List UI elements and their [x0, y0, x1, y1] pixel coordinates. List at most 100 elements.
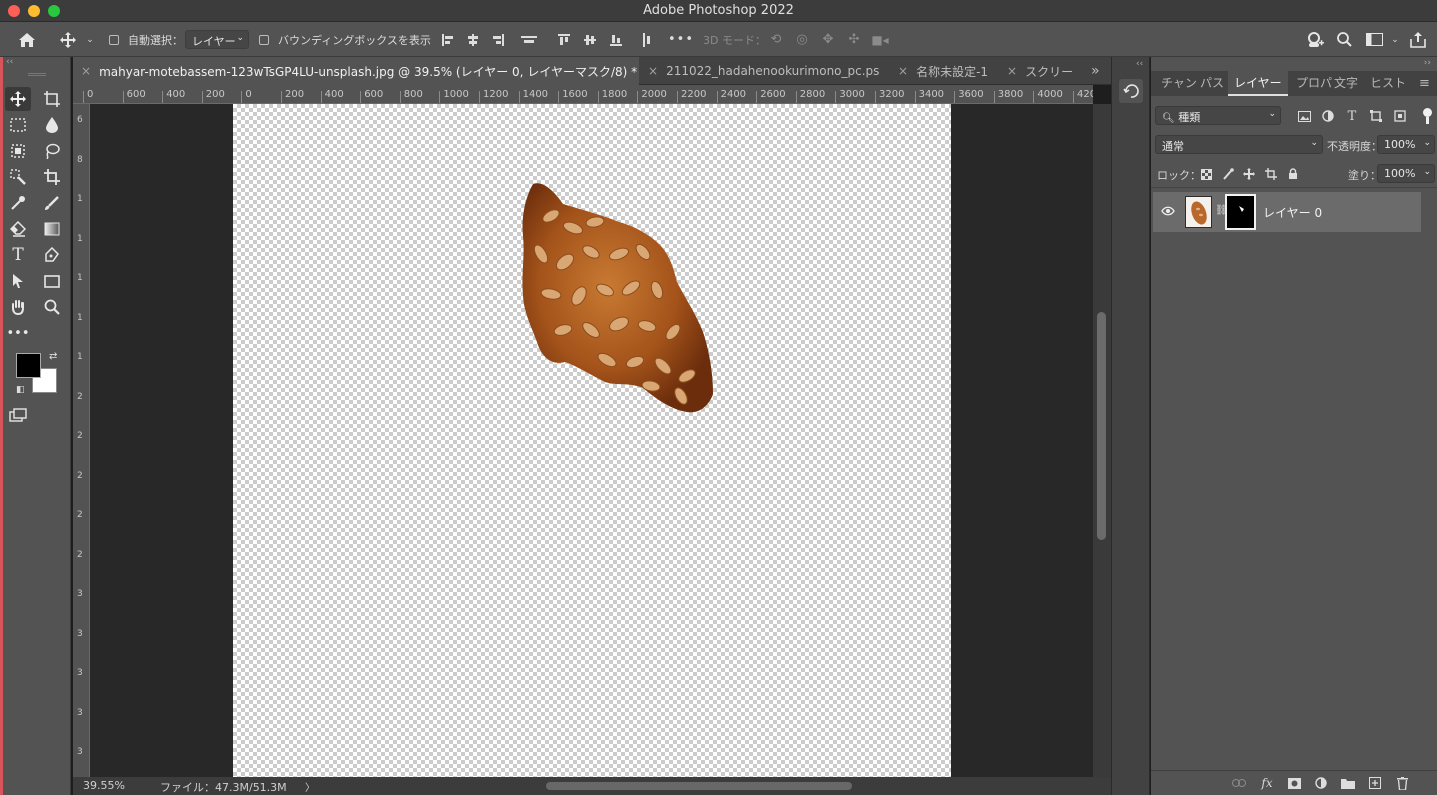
- layer-name[interactable]: レイヤー 0: [1263, 204, 1322, 221]
- layer-filter-dropdown[interactable]: 🔍︎ 種類 ⌄: [1155, 106, 1281, 125]
- close-tab-icon[interactable]: ×: [1007, 64, 1017, 78]
- edit-toolbar-icon[interactable]: •••: [5, 321, 31, 345]
- object-selection-tool-icon[interactable]: [5, 139, 31, 163]
- align-bottom-icon[interactable]: [606, 22, 626, 57]
- swap-colors-icon[interactable]: ⇄: [49, 351, 57, 362]
- document-tab[interactable]: × 211022_hadahenookurimono_pc.psd: [640, 57, 880, 85]
- link-icon[interactable]: [1231, 775, 1247, 791]
- collapse-dock-icon[interactable]: ‹‹: [1136, 59, 1143, 69]
- lock-all-icon[interactable]: [1285, 166, 1301, 182]
- 3d-camera-icon[interactable]: ■◂: [871, 22, 889, 57]
- more-options-icon[interactable]: •••: [668, 22, 693, 57]
- type-tool-icon[interactable]: T: [5, 243, 31, 267]
- filter-toggle-switch[interactable]: [1423, 108, 1432, 117]
- zoom-tool-icon[interactable]: [39, 295, 65, 319]
- distribute-vertical-icon[interactable]: [637, 22, 657, 57]
- document-tab[interactable]: × スクリー: [999, 57, 1085, 85]
- close-tab-icon[interactable]: ×: [898, 64, 908, 78]
- crop-tool-icon[interactable]: [39, 165, 65, 189]
- auto-select-dropdown[interactable]: レイヤー ⌄: [185, 30, 249, 49]
- document-tab[interactable]: × 名称未設定-1: [890, 57, 999, 85]
- search-icon[interactable]: [1334, 22, 1354, 57]
- export-share-icon[interactable]: [1408, 22, 1428, 57]
- align-top-icon[interactable]: [554, 22, 574, 57]
- tab-paths[interactable]: パス: [1200, 71, 1224, 96]
- tab-history[interactable]: ヒスト: [1370, 71, 1406, 96]
- lasso-tool-icon[interactable]: [39, 139, 65, 163]
- expand-panel-icon[interactable]: ››: [1424, 58, 1431, 68]
- 3d-pan-icon[interactable]: ✥: [819, 22, 837, 57]
- align-right-icon[interactable]: [488, 22, 508, 57]
- lock-transparent-pixels-icon[interactable]: [1198, 166, 1214, 182]
- horizontal-scroll-thumb[interactable]: [546, 782, 852, 790]
- vertical-scroll-thumb[interactable]: [1097, 312, 1106, 540]
- share-user-icon[interactable]: [1305, 22, 1325, 57]
- fx-icon[interactable]: fx: [1259, 775, 1275, 791]
- close-tab-icon[interactable]: ×: [81, 64, 91, 78]
- foreground-color-swatch[interactable]: [16, 353, 41, 378]
- eyedropper-tool-icon[interactable]: [5, 191, 31, 215]
- document-canvas[interactable]: [233, 104, 951, 777]
- chevron-down-icon[interactable]: ⌄: [84, 22, 96, 57]
- status-menu-arrow[interactable]: 〉: [305, 779, 315, 794]
- move-tool-preset-icon[interactable]: [58, 22, 78, 57]
- blend-mode-dropdown[interactable]: 通常 ⌄: [1155, 135, 1323, 154]
- move-tool-icon[interactable]: [5, 87, 31, 111]
- zoom-level[interactable]: 39.55%: [83, 779, 125, 792]
- align-center-icon[interactable]: [463, 22, 483, 57]
- tab-channels[interactable]: チャン: [1161, 71, 1197, 96]
- workspace-icon[interactable]: [1363, 22, 1385, 57]
- tab-layers[interactable]: レイヤー: [1228, 71, 1288, 96]
- adjustment-icon[interactable]: [1313, 775, 1329, 791]
- layer-row[interactable]: ⛓︎ レイヤー 0: [1153, 192, 1421, 232]
- fill-input[interactable]: 100% ⌄: [1377, 164, 1435, 183]
- layer-mask-link-icon[interactable]: ⛓︎: [1215, 205, 1228, 219]
- document-tab[interactable]: × mahyar-motebassem-123wTsGP4LU-unsplash.…: [73, 57, 639, 85]
- collapse-toolbar-icon[interactable]: ‹‹: [3, 57, 71, 71]
- layer-visibility-eye-icon[interactable]: [1161, 205, 1175, 217]
- bounding-box-checkbox[interactable]: [258, 22, 270, 57]
- 3d-orbit-icon[interactable]: ⟲: [767, 22, 785, 57]
- quick-selection-tool-icon[interactable]: [5, 165, 31, 189]
- tab-properties[interactable]: プロパ: [1296, 71, 1332, 96]
- brush-tool-icon[interactable]: [39, 191, 65, 215]
- layer-mask-thumbnail[interactable]: [1225, 194, 1256, 230]
- artboard-tool-icon[interactable]: [39, 87, 65, 111]
- hand-tool-icon[interactable]: [5, 295, 31, 319]
- toolbar-grip[interactable]: [28, 73, 46, 76]
- chevron-down-icon[interactable]: ⌄: [1389, 22, 1401, 57]
- pen-tool-icon[interactable]: [39, 243, 65, 267]
- auto-select-checkbox[interactable]: [108, 22, 120, 57]
- align-middle-icon[interactable]: [580, 22, 600, 57]
- history-brush-icon[interactable]: [1119, 79, 1143, 103]
- lock-artboard-icon[interactable]: [1263, 166, 1279, 182]
- 3d-slide-icon[interactable]: ✣: [845, 22, 863, 57]
- home-icon[interactable]: [14, 22, 40, 57]
- mask-icon[interactable]: [1286, 775, 1302, 791]
- lock-position-icon[interactable]: [1241, 166, 1257, 182]
- filter-adjustment-icon[interactable]: [1320, 108, 1336, 124]
- close-tab-icon[interactable]: ×: [648, 64, 658, 78]
- trash-icon[interactable]: [1394, 775, 1410, 791]
- filter-smart-object-icon[interactable]: [1392, 108, 1408, 124]
- filter-type-icon[interactable]: T: [1344, 108, 1360, 124]
- eraser-tool-icon[interactable]: [5, 217, 31, 241]
- lock-image-pixels-icon[interactable]: [1220, 166, 1236, 182]
- align-left-icon[interactable]: [438, 22, 458, 57]
- 3d-roll-icon[interactable]: ◎: [793, 22, 811, 57]
- screen-mode-icon[interactable]: [5, 403, 31, 427]
- path-selection-tool-icon[interactable]: [5, 269, 31, 293]
- panel-menu-icon[interactable]: ≡: [1419, 71, 1430, 96]
- layer-thumbnail[interactable]: [1185, 196, 1212, 228]
- tab-character[interactable]: 文字: [1334, 71, 1358, 96]
- new-layer-icon[interactable]: [1367, 775, 1383, 791]
- distribute-icon[interactable]: [519, 22, 539, 57]
- filter-pixel-icon[interactable]: [1296, 108, 1312, 124]
- marquee-tool-icon[interactable]: [5, 113, 31, 137]
- rectangle-tool-icon[interactable]: [39, 269, 65, 293]
- default-colors-icon[interactable]: ◧: [16, 385, 25, 395]
- filter-shape-icon[interactable]: [1368, 108, 1384, 124]
- tabs-overflow-icon[interactable]: »: [1091, 57, 1109, 85]
- gradient-tool-icon[interactable]: [39, 217, 65, 241]
- opacity-input[interactable]: 100% ⌄: [1377, 135, 1435, 154]
